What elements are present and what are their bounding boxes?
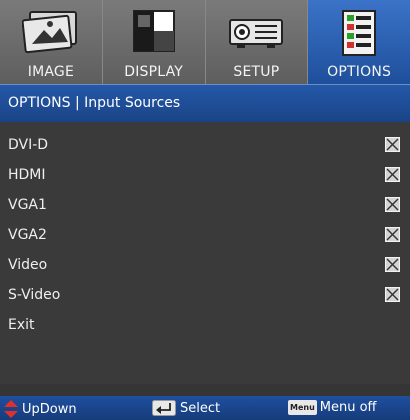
checkbox-checked-icon[interactable] bbox=[385, 257, 400, 272]
menu-key-icon: Menu bbox=[288, 400, 317, 415]
checkbox-checked-icon[interactable] bbox=[385, 137, 400, 152]
list-item-label: HDMI bbox=[8, 167, 46, 183]
list-item-dvi-d[interactable]: DVI-D bbox=[0, 130, 410, 160]
tab-display-label: DISPLAY bbox=[124, 64, 184, 80]
menu-title-bar: OPTIONS | Input Sources bbox=[0, 84, 410, 123]
tab-image[interactable]: IMAGE bbox=[0, 0, 103, 84]
display-icon bbox=[132, 10, 175, 56]
checkbox-checked-icon[interactable] bbox=[385, 167, 400, 182]
checkbox-checked-icon[interactable] bbox=[385, 197, 400, 212]
list-item-label: Video bbox=[8, 257, 48, 273]
tab-options[interactable]: OPTIONS bbox=[308, 0, 410, 84]
up-down-arrow-icon bbox=[4, 400, 18, 418]
list-item-vga1[interactable]: VGA1 bbox=[0, 190, 410, 220]
tab-image-label: IMAGE bbox=[27, 64, 74, 80]
tab-bar: IMAGE DISPLAY SETUP OPTIONS bbox=[0, 0, 410, 84]
list-item-video[interactable]: Video bbox=[0, 250, 410, 280]
help-updown-label: UpDown bbox=[22, 401, 77, 417]
list-item-exit[interactable]: Exit bbox=[0, 310, 410, 340]
help-select-label: Select bbox=[180, 400, 221, 416]
list-item-hdmi[interactable]: HDMI bbox=[0, 160, 410, 190]
menu-key-label: Menu bbox=[290, 403, 315, 412]
input-sources-list: DVI-D HDMI VGA1 VGA2 Video S-Video Exit bbox=[0, 122, 410, 384]
checkbox-checked-icon[interactable] bbox=[385, 287, 400, 302]
options-icon bbox=[341, 10, 377, 60]
tab-options-label: OPTIONS bbox=[327, 64, 392, 80]
enter-key-icon bbox=[152, 400, 176, 416]
setup-icon bbox=[229, 10, 284, 54]
help-menu-off: Menu Menu off bbox=[288, 400, 377, 415]
help-updown: UpDown bbox=[4, 400, 77, 418]
menu-title: OPTIONS | Input Sources bbox=[8, 95, 181, 111]
tab-setup-label: SETUP bbox=[233, 64, 280, 80]
help-bar: UpDown Select Menu Menu off bbox=[0, 396, 410, 420]
projector-osd-menu: IMAGE DISPLAY SETUP OPTIONS OPTIONS | In… bbox=[0, 0, 410, 420]
help-select: Select bbox=[152, 400, 220, 416]
checkbox-checked-icon[interactable] bbox=[385, 227, 400, 242]
list-item-s-video[interactable]: S-Video bbox=[0, 280, 410, 310]
tab-setup[interactable]: SETUP bbox=[205, 0, 309, 84]
list-item-label: Exit bbox=[8, 317, 35, 333]
list-item-vga2[interactable]: VGA2 bbox=[0, 220, 410, 250]
list-item-label: VGA1 bbox=[8, 197, 47, 213]
list-item-label: DVI-D bbox=[8, 137, 49, 153]
list-item-label: VGA2 bbox=[8, 227, 47, 243]
tab-display[interactable]: DISPLAY bbox=[102, 0, 206, 84]
help-menu-off-label: Menu off bbox=[319, 400, 377, 415]
list-item-label: S-Video bbox=[8, 287, 61, 303]
image-icon bbox=[21, 10, 80, 58]
